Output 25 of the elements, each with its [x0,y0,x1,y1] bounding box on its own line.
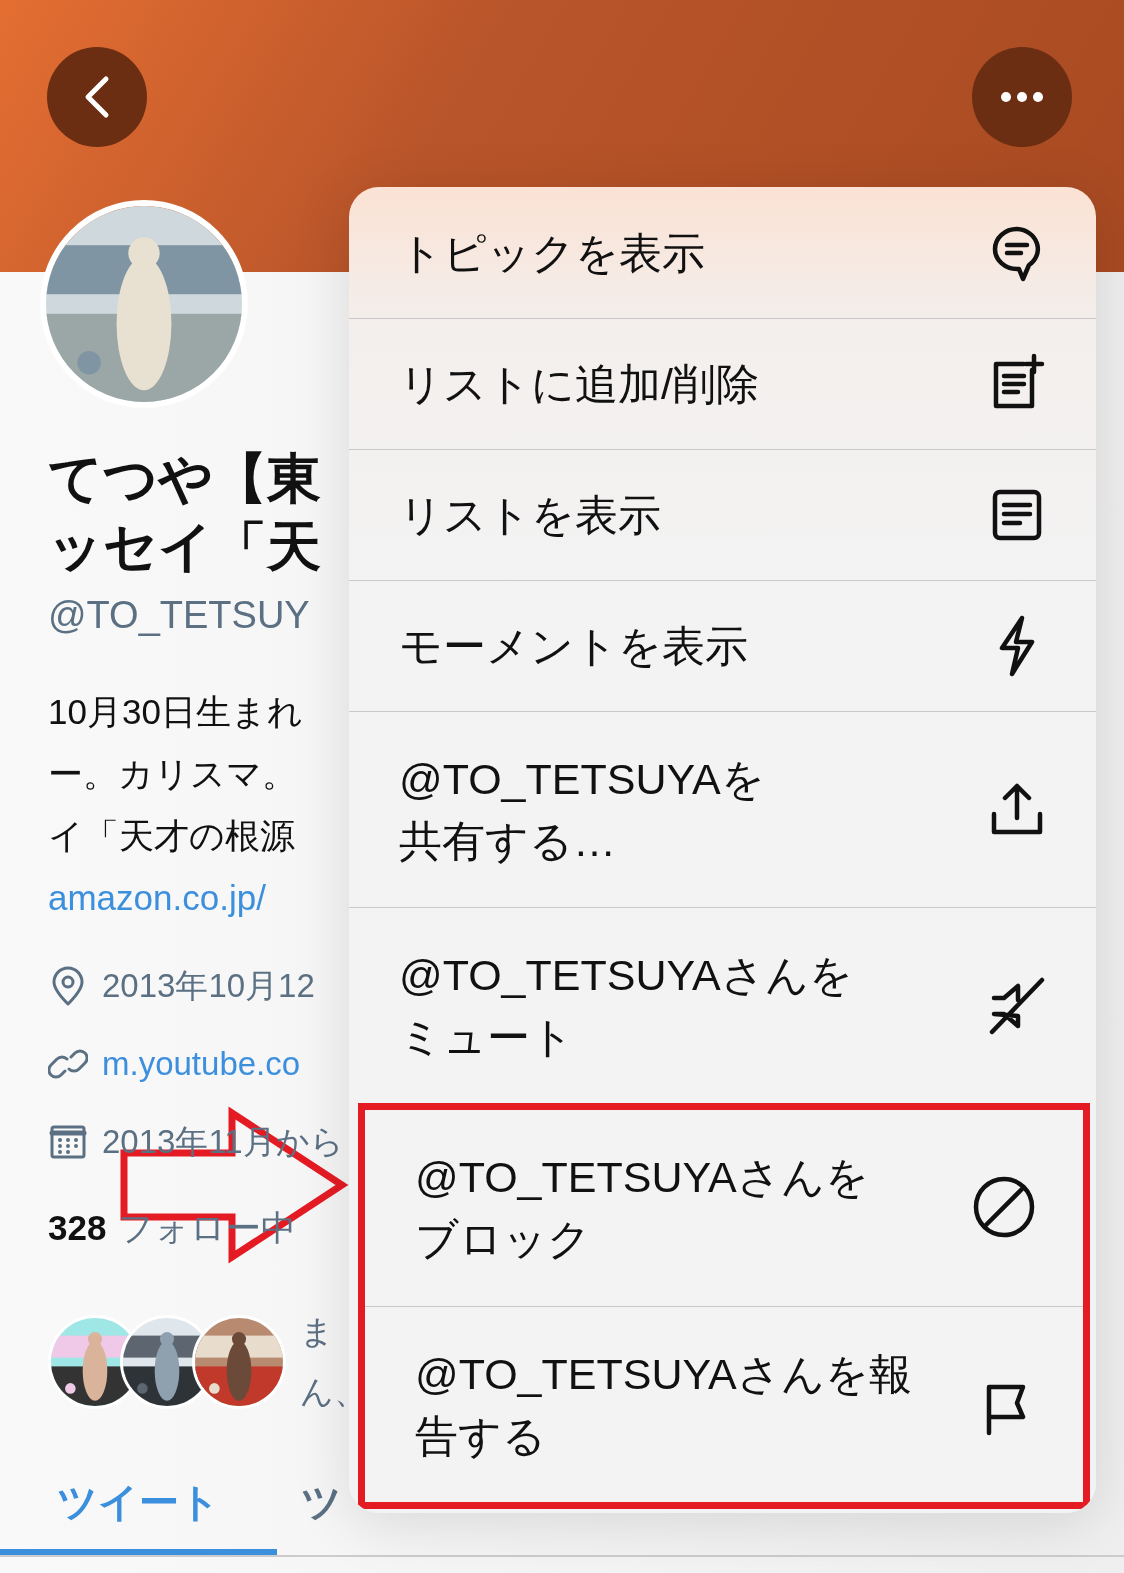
profile-handle: @TO_TETSUY [48,594,311,637]
profile-tab[interactable]: ツ [277,1455,342,1555]
following-count[interactable]: 328 [48,1208,107,1248]
menu-item-label: @TO_TETSUYAを 共有する… [399,753,765,867]
menu-item-label: モーメントを表示 [399,621,748,672]
menu-item[interactable]: @TO_TETSUYAさんを ミュート [349,907,1096,1103]
menu-item-label: トピックを表示 [399,227,705,279]
followers-you-know-text: ま ん、 [300,1312,367,1412]
menu-item[interactable]: リストに追加/削除 [349,318,1096,449]
menu-item-label: @TO_TETSUYAさんを ミュート [399,949,853,1063]
block-icon [973,1176,1035,1240]
profile-info-text: 2013年10月12 [102,965,315,1006]
more-icon [1000,91,1044,103]
menu-item[interactable]: リストを表示 [349,449,1096,580]
profile-name: てつや【東 ッセイ「天 [48,447,322,578]
menu-item[interactable]: @TO_TETSUYAさんを報 告する [365,1306,1083,1502]
menu-item-label: リストを表示 [399,490,661,541]
profile-bio: 10月30日生まれ ー。カリスマ。 イ「天才の根源 amazon.co.jp/ [48,691,304,919]
menu-item-label: リストに追加/削除 [399,359,759,410]
menu-item[interactable]: @TO_TETSUYAを 共有する… [349,711,1096,907]
menu-item-label: @TO_TETSUYAさんを ブロック [415,1152,869,1265]
menu-item[interactable]: @TO_TETSUYAさんを ブロック [365,1110,1083,1306]
menu-item[interactable]: トピックを表示 [349,187,1096,318]
menu-item[interactable]: モーメントを表示 [349,580,1096,711]
menu-item-label: @TO_TETSUYAさんを報 告する [415,1348,912,1462]
